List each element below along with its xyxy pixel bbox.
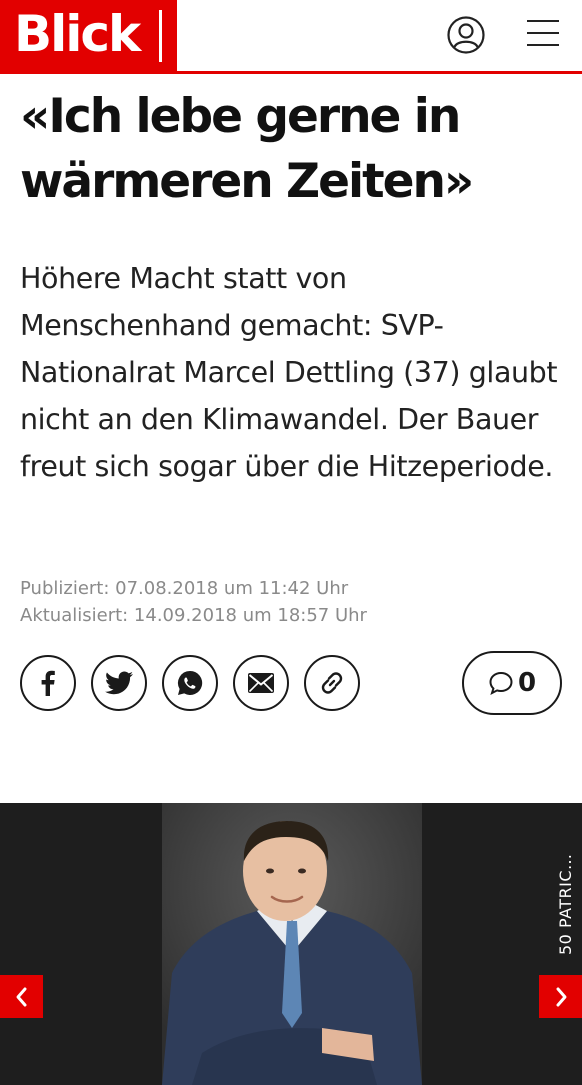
- whatsapp-icon: [177, 670, 203, 695]
- article-meta: Publiziert: 07.08.2018 um 11:42 Uhr Aktu…: [20, 575, 367, 629]
- facebook-icon: [41, 670, 55, 696]
- logo-text: Blick: [14, 5, 141, 63]
- share-facebook-button[interactable]: [20, 655, 76, 711]
- gallery-prev-button[interactable]: [0, 975, 43, 1018]
- gallery-caption: 50 PATRIC…: [556, 853, 575, 955]
- image-gallery[interactable]: [0, 803, 582, 1085]
- share-link-button[interactable]: [304, 655, 360, 711]
- hamburger-menu-icon: [527, 20, 559, 22]
- chevron-right-icon: [556, 987, 566, 1006]
- logo-divider: [159, 10, 162, 62]
- comment-bubble-icon: [489, 671, 513, 695]
- twitter-icon: [105, 671, 133, 695]
- share-twitter-button[interactable]: [91, 655, 147, 711]
- comments-button[interactable]: 0: [462, 651, 562, 715]
- gallery-photo: [162, 803, 422, 1085]
- hamburger-menu-button[interactable]: [527, 19, 559, 47]
- mail-icon: [248, 673, 274, 693]
- chevron-left-icon: [16, 987, 26, 1006]
- article-lead: Höhere Macht statt von Menschenhand gema…: [20, 262, 558, 483]
- comments-count: 0: [517, 668, 537, 698]
- published-date: Publiziert: 07.08.2018 um 11:42 Uhr: [20, 578, 349, 599]
- share-whatsapp-button[interactable]: [162, 655, 218, 711]
- gallery-next-button[interactable]: [539, 975, 582, 1018]
- portrait-photo: [162, 803, 422, 1085]
- user-account-button[interactable]: [446, 15, 486, 55]
- top-bar: Blick: [0, 0, 582, 74]
- user-circle-icon: [447, 16, 485, 54]
- updated-date: Aktualisiert: 14.09.2018 um 18:57 Uhr: [20, 605, 367, 626]
- share-email-button[interactable]: [233, 655, 289, 711]
- link-icon: [321, 672, 343, 694]
- blick-logo[interactable]: Blick: [0, 0, 177, 74]
- article-headline: «Ich lebe gerne in wärmeren Zeiten»: [20, 89, 474, 209]
